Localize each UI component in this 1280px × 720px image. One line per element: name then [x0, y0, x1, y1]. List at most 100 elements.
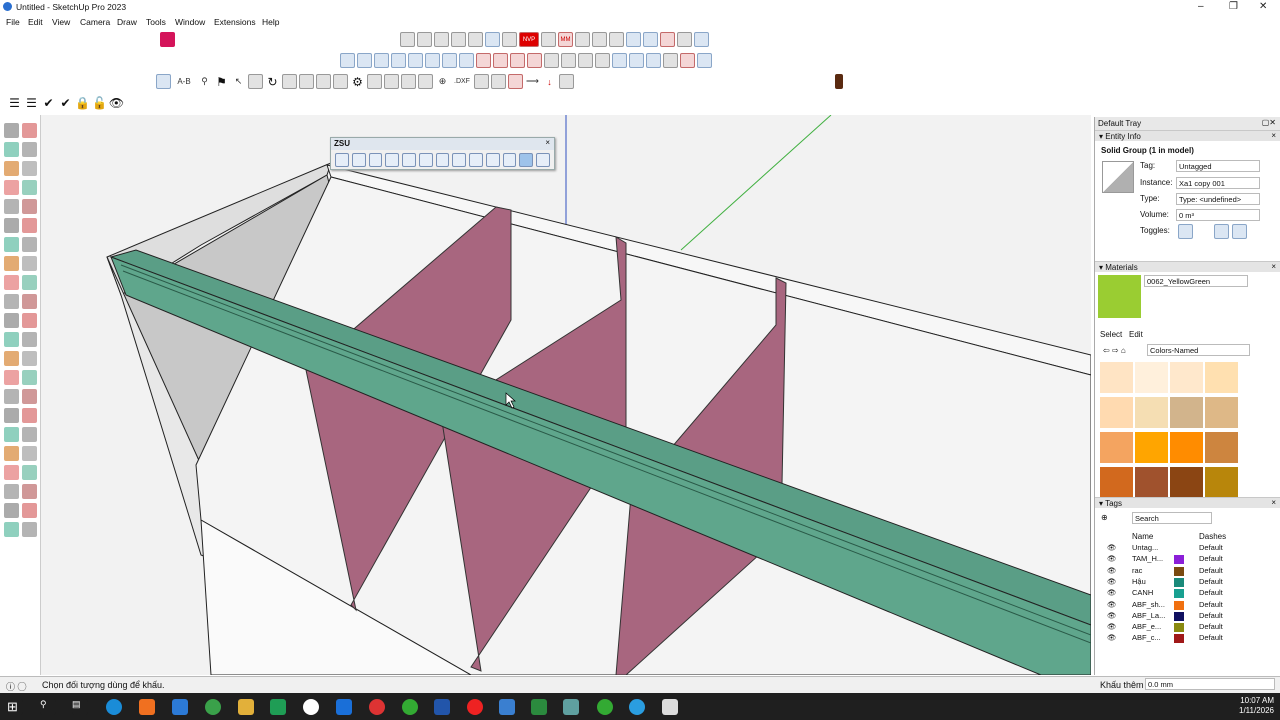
app-icon-4[interactable]: [303, 699, 319, 715]
menu-window[interactable]: Window: [175, 17, 205, 27]
scene-add-icon[interactable]: [561, 53, 576, 68]
lock-icon[interactable]: 🔒: [75, 95, 90, 110]
tag-row[interactable]: 👁 ABF_c... Default: [1095, 633, 1280, 644]
col-name[interactable]: Name: [1132, 532, 1153, 541]
tag-row[interactable]: 👁 ABF_e... Default: [1095, 622, 1280, 633]
grid-icon[interactable]: [367, 74, 382, 89]
menu-tools[interactable]: Tools: [146, 17, 166, 27]
zsu-cut-icon[interactable]: [502, 153, 517, 167]
material-swatch[interactable]: [1205, 397, 1238, 428]
minimize-button[interactable]: –: [1198, 1, 1204, 12]
arrow-right-icon[interactable]: ⟶: [525, 74, 540, 89]
start-icon[interactable]: ⊞: [7, 699, 23, 715]
zsu-edge-icon[interactable]: [402, 153, 416, 167]
col-dashes[interactable]: Dashes: [1199, 532, 1226, 541]
tags-header[interactable]: ▾ Tags ×: [1095, 497, 1280, 508]
material-swatch[interactable]: [1205, 362, 1238, 393]
color-toolbar-icon[interactable]: [160, 32, 175, 47]
tool-button-icon[interactable]: [4, 332, 19, 347]
type-select[interactable]: Type: <undefined>: [1176, 193, 1260, 205]
chrome-icon-1[interactable]: [369, 699, 385, 715]
app-icon-3[interactable]: [205, 699, 221, 715]
app-icon-5[interactable]: [499, 699, 515, 715]
tool-button-icon[interactable]: [22, 218, 37, 233]
arrow-down-icon[interactable]: ↓: [542, 74, 557, 89]
tag-color[interactable]: [1174, 544, 1184, 553]
tag-row[interactable]: 👁 TAM_H... Default: [1095, 554, 1280, 565]
tool-button-icon[interactable]: [4, 427, 19, 442]
tool-button-icon[interactable]: [4, 465, 19, 480]
toggle-shadow-receive-icon[interactable]: [1232, 224, 1247, 239]
app-icon-6[interactable]: [563, 699, 579, 715]
tag-select[interactable]: Untagged: [1176, 160, 1260, 172]
network-plugin-icon[interactable]: [609, 32, 624, 47]
material-swatch[interactable]: [1135, 467, 1168, 498]
tool-button-icon[interactable]: [4, 408, 19, 423]
material-swatch[interactable]: [1205, 432, 1238, 463]
camera-plugin-icon[interactable]: [541, 32, 556, 47]
mm-plugin-button[interactable]: MM: [558, 32, 573, 47]
tag-visibility-eye-icon[interactable]: 👁: [1107, 554, 1117, 563]
tool-button-icon[interactable]: [22, 351, 37, 366]
materials-header[interactable]: ▾ Materials ×: [1095, 261, 1280, 272]
tool-button-icon[interactable]: [4, 275, 19, 290]
tag-dashes[interactable]: Default: [1199, 566, 1223, 575]
section-cut-icon[interactable]: [493, 53, 508, 68]
style-textured-icon[interactable]: [485, 32, 500, 47]
paint-plugin-icon[interactable]: [592, 32, 607, 47]
tool-button-icon[interactable]: [4, 389, 19, 404]
tool-button-icon[interactable]: [4, 123, 19, 138]
view-right-icon[interactable]: [391, 53, 406, 68]
tool-button-icon[interactable]: [4, 313, 19, 328]
tag-visibility-eye-icon[interactable]: 👁: [1107, 577, 1117, 586]
tag-dashes[interactable]: Default: [1199, 611, 1223, 620]
tool-button-icon[interactable]: [4, 294, 19, 309]
tool-button-icon[interactable]: [22, 161, 37, 176]
tag-color[interactable]: [1174, 577, 1184, 587]
tag-visibility-eye-icon[interactable]: 👁: [1107, 588, 1117, 597]
material-nav-icons[interactable]: ⇦ ⇨ ⌂: [1103, 346, 1126, 355]
zsu-anchor-icon[interactable]: [335, 153, 349, 167]
tag-color[interactable]: [1174, 623, 1184, 633]
gear-icon[interactable]: ⚙: [350, 74, 365, 89]
style-hidden-icon[interactable]: [451, 32, 466, 47]
material-swatch[interactable]: [1205, 467, 1238, 498]
tag-row[interactable]: 👁 ABF_La... Default: [1095, 611, 1280, 622]
tool-button-icon[interactable]: [4, 484, 19, 499]
check-all-icon[interactable]: ✔: [58, 95, 73, 110]
crosshair-icon[interactable]: ⊕: [435, 74, 450, 89]
tag-visibility-eye-icon[interactable]: 👁: [1107, 600, 1117, 609]
zalo-icon[interactable]: [336, 699, 352, 715]
box-plugin-icon[interactable]: [626, 32, 641, 47]
tool-button-icon[interactable]: [4, 370, 19, 385]
tag-dashes[interactable]: Default: [1199, 577, 1223, 586]
menu-camera[interactable]: Camera: [80, 17, 110, 27]
style-wireframe-icon[interactable]: [434, 32, 449, 47]
menu-file[interactable]: File: [6, 17, 20, 27]
tool-button-icon[interactable]: [22, 370, 37, 385]
style-xray-icon[interactable]: [400, 32, 415, 47]
edge-icon[interactable]: [106, 699, 122, 715]
chrome-icon-3[interactable]: [597, 699, 613, 715]
tag-visibility-eye-icon[interactable]: 👁: [1107, 543, 1117, 552]
tag-row[interactable]: 👁 CANH Default: [1095, 588, 1280, 599]
flag-plugin-icon[interactable]: [643, 32, 658, 47]
tool-button-icon[interactable]: [22, 332, 37, 347]
tool-button-icon[interactable]: [4, 237, 19, 252]
app-icon-2[interactable]: [172, 699, 188, 715]
dxf-button[interactable]: .DXF: [452, 74, 472, 89]
material-swatch[interactable]: [1135, 362, 1168, 393]
material-swatch[interactable]: [1170, 467, 1203, 498]
component-options-icon[interactable]: [156, 74, 171, 89]
tag-color[interactable]: [1174, 566, 1184, 576]
scene-play-icon[interactable]: [578, 53, 593, 68]
view-left-icon[interactable]: [425, 53, 440, 68]
style-backedge-icon[interactable]: [417, 32, 432, 47]
copy-icon[interactable]: [491, 74, 506, 89]
zsu-panel-icon[interactable]: [435, 153, 450, 167]
search-taskbar-icon[interactable]: ⚲: [40, 699, 56, 715]
tab-select[interactable]: Select: [1100, 330, 1122, 339]
tag-dashes[interactable]: Default: [1199, 600, 1223, 609]
tool-button-icon[interactable]: [22, 256, 37, 271]
excel-icon[interactable]: [270, 699, 286, 715]
